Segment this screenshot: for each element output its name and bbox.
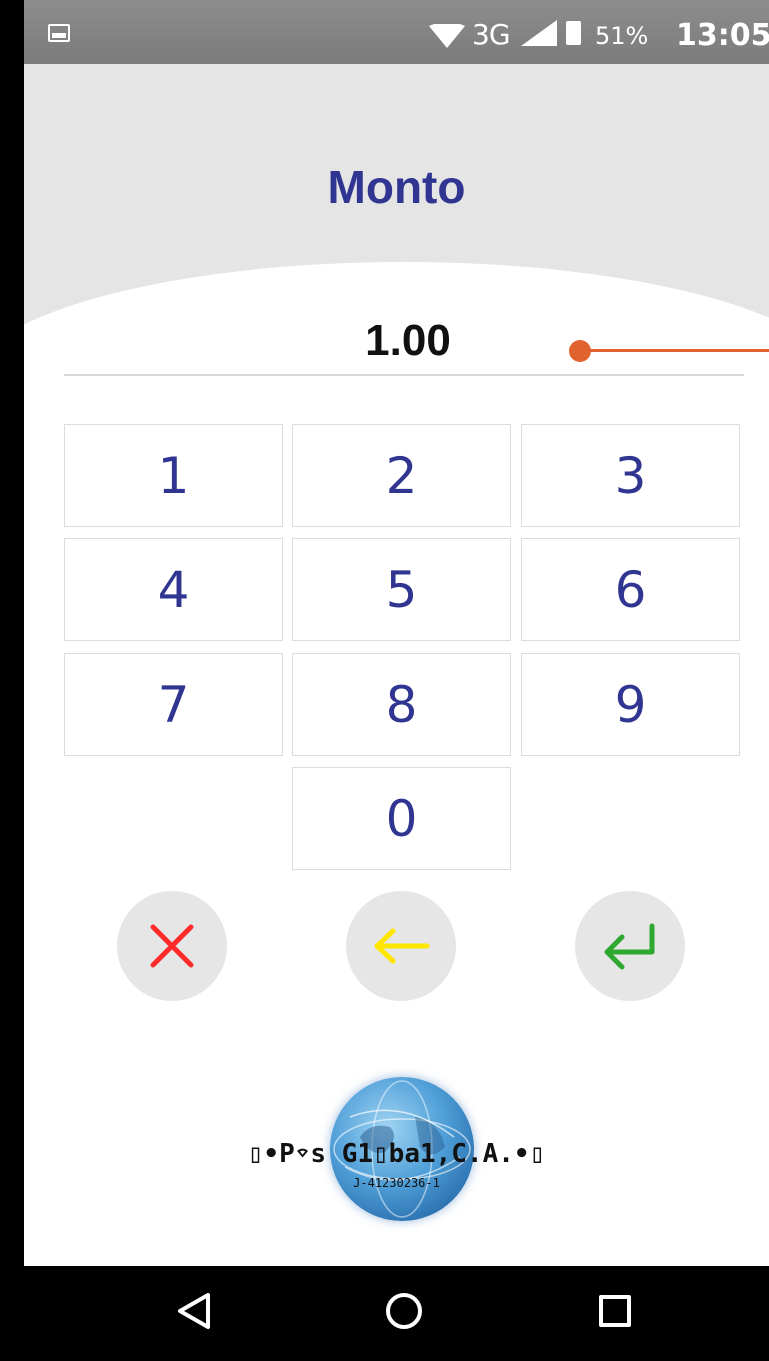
key-0[interactable]: 0: [292, 767, 511, 870]
close-icon: [150, 924, 194, 968]
backspace-button[interactable]: [346, 891, 456, 1001]
page-title: Monto: [327, 161, 466, 213]
battery-icon: [566, 21, 581, 45]
gallery-icon: [48, 24, 70, 42]
key-1[interactable]: 1: [64, 424, 283, 527]
enter-button[interactable]: [575, 891, 685, 1001]
enter-icon: [604, 923, 655, 970]
logo-rif: J-41230236-1: [353, 1176, 440, 1190]
cancel-button[interactable]: [117, 891, 227, 1001]
screen: 3G 51% 13:05 Monto 1.00 1 2 3 4 5 6 7 8 …: [24, 0, 769, 1361]
amount-display[interactable]: 1.00: [24, 316, 769, 366]
battery-level: 51%: [595, 22, 649, 50]
key-4[interactable]: 4: [64, 538, 283, 641]
key-8[interactable]: 8: [292, 653, 511, 756]
key-9[interactable]: 9: [521, 653, 740, 756]
clock: 13:05: [676, 18, 769, 53]
arrow-left-icon: [374, 928, 430, 964]
amount-underline: [64, 374, 744, 376]
cursor-line: [584, 349, 769, 352]
home-icon[interactable]: [386, 1293, 422, 1329]
network-type: 3G: [472, 18, 511, 51]
key-7[interactable]: 7: [64, 653, 283, 756]
back-icon[interactable]: [176, 1291, 212, 1331]
key-6[interactable]: 6: [521, 538, 740, 641]
logo-text: ▯•P⌔s G1▯ba1,C.A.•▯: [247, 1139, 546, 1169]
key-2[interactable]: 2: [292, 424, 511, 527]
key-5[interactable]: 5: [292, 538, 511, 641]
navigation-bar: [24, 1266, 769, 1361]
status-bar: 3G 51% 13:05: [24, 0, 769, 64]
key-3[interactable]: 3: [521, 424, 740, 527]
signal-icon: [521, 20, 557, 46]
wifi-icon: [429, 24, 465, 48]
recents-icon[interactable]: [599, 1295, 631, 1327]
